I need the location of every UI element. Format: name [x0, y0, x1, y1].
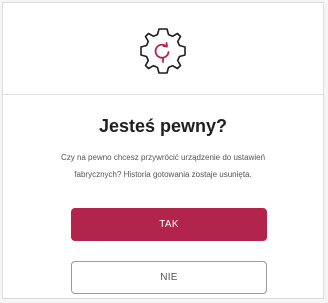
factory-reset-dialog: Jesteś pewny? Czy na pewno chcesz przywr…: [2, 2, 324, 299]
cancel-button-label: NIE: [160, 272, 178, 283]
confirm-button-label: TAK: [159, 219, 179, 230]
header-divider: [3, 94, 323, 95]
dialog-message: Czy na pewno chcesz przywrócić urządzeni…: [23, 149, 303, 183]
cancel-button[interactable]: NIE: [71, 261, 267, 294]
dialog-message-line-2: fabrycznych? Historia gotowania zostaje …: [74, 170, 252, 179]
confirm-button[interactable]: TAK: [71, 208, 267, 241]
gear-reset-icon: [137, 25, 189, 77]
dialog-title: Jesteś pewny?: [98, 116, 228, 136]
dialog-message-line-1: Czy na pewno chcesz przywrócić urządzeni…: [60, 153, 266, 162]
